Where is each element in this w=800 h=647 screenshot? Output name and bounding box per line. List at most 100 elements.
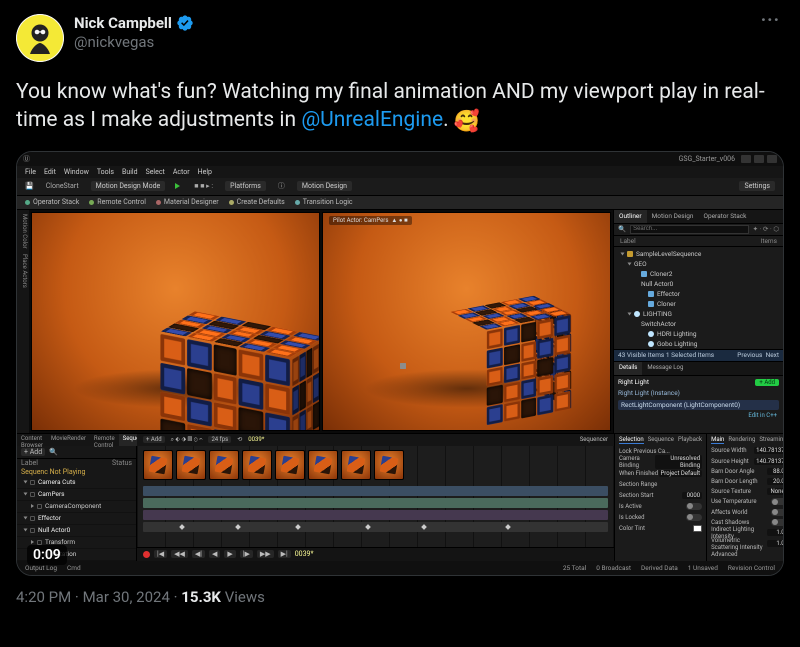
mention-link[interactable]: @UnrealEngine — [301, 108, 443, 132]
property-row[interactable]: Affects World — [711, 508, 784, 516]
property-row[interactable]: When FinishedProject Default — [619, 469, 702, 478]
property-row[interactable]: Color Tint — [619, 524, 702, 533]
add-track-button[interactable]: + Add — [21, 448, 45, 456]
property-row[interactable]: Volumetric Scattering Intensity1.0 — [711, 539, 784, 548]
subbar-item[interactable]: Remote Control — [89, 198, 146, 206]
property-row[interactable]: Section Start0000 — [619, 491, 702, 500]
property-row[interactable]: Advanced — [711, 550, 784, 558]
step-fwd-button[interactable]: ▶▶ — [257, 550, 274, 558]
outliner-item[interactable]: Cloner2 — [614, 269, 783, 279]
tab-content-browser[interactable]: Content Browser — [17, 434, 47, 446]
property-row[interactable]: Is Active — [619, 502, 702, 511]
add-track-button[interactable]: + Add — [143, 436, 165, 443]
ptab[interactable]: Sequence — [648, 436, 674, 444]
status-item[interactable]: 25 Total — [563, 564, 586, 572]
mode-dropdown[interactable]: Motion Design Mode — [91, 181, 166, 191]
viewport-camera[interactable]: Pilot Actor: CamPers ▲ ● ■ — [322, 212, 611, 431]
breadcrumb[interactable]: CloneStart — [42, 181, 83, 191]
go-end-button[interactable]: ▶| — [278, 550, 291, 558]
track-lane[interactable] — [143, 510, 608, 520]
menu-item[interactable]: Actor — [173, 168, 190, 176]
menu-item[interactable]: Tools — [97, 168, 114, 176]
prev-frame-button[interactable]: ◀| — [192, 550, 205, 558]
viewport-main[interactable] — [31, 212, 320, 431]
views-count[interactable]: 15.3K — [181, 588, 221, 606]
menu-item[interactable]: Help — [198, 168, 212, 176]
outliner-item[interactable]: LIGHTING — [614, 309, 783, 319]
track-row[interactable]: Camera Cuts — [17, 477, 136, 489]
property-row[interactable]: Source Width140.78137 — [711, 447, 784, 455]
ptab[interactable]: Playback — [678, 436, 702, 444]
outliner-item[interactable]: SampleLevelSequence — [614, 249, 783, 259]
track-lane[interactable] — [143, 486, 608, 496]
outliner-item[interactable]: GEO — [614, 259, 783, 269]
add-component-button[interactable]: + Add — [755, 379, 779, 386]
play-icon[interactable] — [175, 183, 180, 189]
outliner-item[interactable]: Effector — [614, 289, 783, 299]
minimize-button[interactable] — [741, 155, 751, 163]
ptab[interactable]: Rendering — [728, 436, 755, 444]
menu-item[interactable]: Window — [64, 168, 89, 176]
dock-tab[interactable]: Motion Color — [18, 214, 28, 249]
track-row[interactable]: CameraComponent — [17, 501, 136, 513]
search-icon[interactable]: 🔍 — [49, 448, 58, 456]
dock-tab[interactable]: Place Actors — [18, 254, 28, 288]
platforms-dropdown[interactable]: Platforms — [225, 181, 266, 191]
tab-message-log[interactable]: Message Log — [642, 362, 688, 375]
outliner-item[interactable]: Null Actor0 — [614, 279, 783, 289]
settings-dropdown[interactable]: Settings — [739, 181, 775, 191]
tab-outliner[interactable]: Outliner — [614, 210, 647, 223]
user-handle[interactable]: @nickvegas — [74, 33, 757, 52]
avatar[interactable] — [16, 14, 64, 62]
outliner-item[interactable]: Cloner — [614, 299, 783, 309]
media-card[interactable]: 0:09 Ⓤ GSG_Starter_v006 File Edit Window… — [16, 151, 784, 576]
record-button[interactable] — [143, 551, 150, 558]
track-lane[interactable] — [143, 498, 608, 508]
selected-component[interactable]: RectLightComponent (LightComponent0) — [618, 400, 779, 410]
track-row[interactable]: Effector — [17, 513, 136, 525]
property-row[interactable]: Barn Door Length20.0 — [711, 477, 784, 485]
outliner-search-input[interactable] — [630, 225, 748, 234]
step-back-button[interactable]: ◀◀ — [171, 550, 188, 558]
subbar-item[interactable]: Operator Stack — [25, 198, 79, 206]
subbar-item[interactable]: Transition Logic — [295, 198, 353, 206]
outliner-item[interactable]: HDRI Lighting — [614, 329, 783, 339]
fps-dropdown[interactable]: 24 fps — [208, 436, 231, 443]
ptab[interactable]: Streaming — [759, 436, 784, 444]
tab-operator-stack[interactable]: Operator Stack — [698, 210, 751, 223]
status-item[interactable]: 1 Unsaved — [688, 564, 718, 572]
property-row[interactable]: Source Height140.78137 — [711, 457, 784, 465]
menu-item[interactable]: Edit — [44, 168, 56, 176]
subbar-item[interactable]: Create Defaults — [229, 198, 285, 206]
menu-item[interactable]: Select — [146, 168, 165, 176]
play-button[interactable]: ▶ — [224, 550, 235, 558]
next-button[interactable]: Next — [766, 351, 779, 359]
status-item[interactable]: 0 Broadcast — [596, 564, 631, 572]
status-item[interactable]: Revision Control — [728, 564, 775, 572]
outliner-item[interactable]: Gobo Lighting — [614, 339, 783, 349]
more-button[interactable]: ··· — [757, 14, 784, 28]
tab-remote-control[interactable]: Remote Control — [90, 434, 119, 446]
menu-item[interactable]: Build — [122, 168, 138, 176]
ptab[interactable]: Main — [711, 436, 724, 444]
subbar-item[interactable]: Material Designer — [156, 198, 219, 206]
tweet-timestamp[interactable]: 4:20 PM · Mar 30, 2024 — [16, 588, 170, 606]
maximize-button[interactable] — [754, 155, 764, 163]
tab-movie-render[interactable]: MovieRender — [47, 434, 90, 446]
tab-details[interactable]: Details — [614, 362, 642, 375]
status-item[interactable]: Derived Data — [641, 564, 678, 572]
property-row[interactable]: Source TextureNone — [711, 488, 784, 496]
timeline[interactable] — [137, 446, 614, 547]
close-button[interactable] — [767, 155, 777, 163]
save-icon[interactable]: 💾 — [25, 182, 34, 190]
next-frame-button[interactable]: |▶ — [240, 550, 253, 558]
sequence-root[interactable]: Sequenc Not Playing — [17, 468, 136, 477]
property-row[interactable]: Barn Door Angle88.0 — [711, 467, 784, 475]
menu-item[interactable]: File — [25, 168, 36, 176]
go-start-button[interactable]: |◀ — [154, 550, 167, 558]
play-back-button[interactable]: ◀ — [209, 550, 220, 558]
property-row[interactable]: Section Range — [619, 480, 702, 489]
track-row[interactable]: CamPers — [17, 489, 136, 501]
output-log-button[interactable]: Output Log — [25, 564, 57, 572]
cmd-button[interactable]: Cmd — [67, 564, 81, 572]
